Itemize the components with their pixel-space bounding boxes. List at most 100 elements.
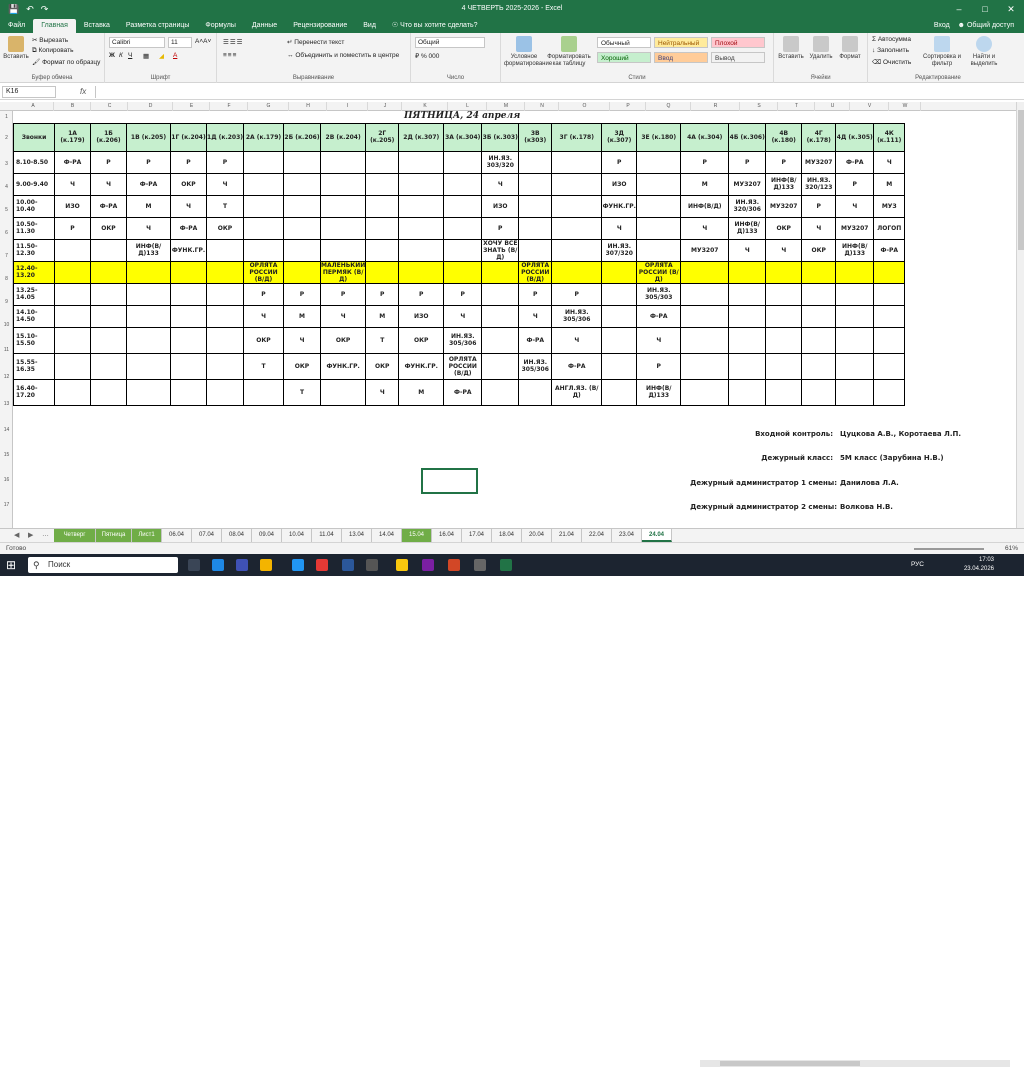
lesson-cell[interactable]: Ч — [319, 304, 367, 328]
lesson-cell[interactable] — [873, 352, 906, 380]
lesson-cell[interactable] — [54, 260, 91, 284]
task-view-icon[interactable] — [188, 559, 200, 571]
lesson-cell[interactable] — [481, 352, 520, 380]
lesson-cell[interactable]: ИН.ЯЗ. 307/320 — [601, 238, 638, 262]
lesson-cell[interactable] — [170, 352, 207, 380]
underline-icon[interactable]: Ч — [128, 52, 132, 59]
lesson-cell[interactable] — [801, 378, 837, 406]
lesson-cell[interactable] — [518, 238, 553, 262]
wrap-text-button[interactable]: ↵ Перенести текст — [287, 38, 344, 46]
grow-font-icon[interactable]: A˄A˅ — [195, 38, 211, 45]
lesson-cell[interactable] — [170, 260, 207, 284]
lesson-cell[interactable] — [680, 260, 730, 284]
lesson-cell[interactable] — [551, 194, 603, 218]
cut-button[interactable]: ✂ Вырезать — [32, 36, 68, 44]
tab-file[interactable]: Файл — [0, 19, 33, 33]
lesson-cell[interactable]: Т — [206, 194, 244, 218]
column-header[interactable]: B — [55, 102, 91, 111]
lesson-cell[interactable] — [206, 282, 244, 306]
tab-formulas[interactable]: Формулы — [197, 19, 243, 33]
row-header[interactable]: 13 — [0, 391, 13, 417]
lesson-cell[interactable] — [319, 378, 367, 406]
lesson-cell[interactable]: ИНФ(В/Д) — [680, 194, 730, 218]
lesson-cell[interactable]: Р — [206, 150, 244, 174]
column-header[interactable]: G — [249, 102, 289, 111]
share-button[interactable]: ☻ Общий доступ — [958, 19, 1014, 33]
lesson-cell[interactable] — [680, 282, 730, 306]
lesson-cell[interactable]: ОКР — [365, 352, 400, 380]
column-header[interactable]: U — [816, 102, 850, 111]
sheet-tab[interactable]: 14.04 — [372, 529, 402, 542]
lesson-cell[interactable] — [551, 260, 603, 284]
lesson-cell[interactable] — [365, 172, 400, 196]
lesson-cell[interactable] — [551, 216, 603, 240]
lesson-cell[interactable]: ОКР — [765, 216, 803, 240]
column-header[interactable]: L — [449, 102, 487, 111]
lesson-cell[interactable]: ОРЛЯТА РОССИИ (В/Д) — [443, 352, 483, 380]
row-header[interactable]: 17 — [0, 493, 13, 517]
format-as-table-button[interactable]: Форматировать как таблицу — [547, 36, 591, 68]
lesson-cell[interactable]: АНГЛ.ЯЗ. (В/Д) — [551, 378, 603, 406]
lesson-cell[interactable]: Р — [90, 150, 127, 174]
lesson-cell[interactable]: Р — [518, 282, 553, 306]
lesson-cell[interactable] — [728, 326, 767, 354]
lesson-cell[interactable] — [835, 378, 875, 406]
close-icon[interactable]: ✕ — [998, 0, 1024, 18]
row-header[interactable]: 10 — [0, 314, 13, 336]
sheet-tab[interactable]: 15.04 — [402, 529, 432, 542]
lesson-cell[interactable]: Ч — [835, 194, 875, 218]
percent-icon[interactable]: ₽ % 000 — [415, 52, 439, 60]
header-class[interactable]: 3Г (к.178) — [551, 122, 603, 152]
more-sheets-icon[interactable]: … — [42, 531, 49, 538]
column-header[interactable]: T — [779, 102, 815, 111]
lesson-cell[interactable] — [90, 260, 127, 284]
lesson-cell[interactable] — [365, 238, 400, 262]
lesson-cell[interactable]: ОКР — [801, 238, 837, 262]
lesson-cell[interactable]: Ч — [206, 172, 244, 196]
autosum-button[interactable]: Σ Автосумма — [872, 36, 911, 43]
row-header[interactable]: 2 — [0, 124, 13, 152]
lesson-cell[interactable] — [801, 260, 837, 284]
tab-view[interactable]: Вид — [355, 19, 384, 33]
sheet-tab[interactable]: 23.04 — [612, 529, 642, 542]
lesson-cell[interactable] — [90, 326, 127, 354]
maximize-icon[interactable]: □ — [972, 0, 998, 18]
lesson-cell[interactable]: МУЗ207 — [835, 216, 875, 240]
lesson-cell[interactable]: МУЗ — [873, 194, 906, 218]
header-class[interactable]: 4В (к.180) — [765, 122, 803, 152]
lesson-cell[interactable]: Р — [680, 150, 730, 174]
lesson-cell[interactable]: М — [283, 304, 321, 328]
login-link[interactable]: Вход — [934, 19, 950, 33]
clear-button[interactable]: ⌫ Очистить — [872, 58, 911, 66]
lesson-cell[interactable]: Ф-РА — [126, 172, 171, 196]
row-header[interactable]: 1 — [0, 111, 13, 123]
lesson-cell[interactable] — [170, 378, 207, 406]
lesson-cell[interactable] — [873, 260, 906, 284]
lesson-cell[interactable] — [126, 352, 171, 380]
lesson-cell[interactable] — [801, 326, 837, 354]
lesson-cell[interactable] — [481, 326, 520, 354]
lesson-cell[interactable]: ФУНК.ГР. — [601, 194, 638, 218]
column-header[interactable]: C — [92, 102, 128, 111]
lesson-cell[interactable] — [601, 304, 638, 328]
lesson-cell[interactable] — [636, 172, 682, 196]
lesson-cell[interactable] — [801, 304, 837, 328]
bell-time[interactable]: 14.10-14.50 — [13, 304, 55, 328]
lesson-cell[interactable] — [443, 194, 483, 218]
align-top-icon[interactable]: ☰☰☰ — [223, 38, 243, 46]
row-header[interactable]: 16 — [0, 468, 13, 492]
sheet-tab[interactable]: 06.04 — [162, 529, 192, 542]
sheet-tab[interactable]: 18.04 — [492, 529, 522, 542]
paste-button[interactable]: Вставить — [3, 36, 29, 61]
tab-insert[interactable]: Вставка — [76, 19, 118, 33]
lesson-cell[interactable]: ИЗО — [481, 194, 520, 218]
row-header[interactable]: 8 — [0, 268, 13, 290]
lesson-cell[interactable]: ИН.ЯЗ. 320/306 — [728, 194, 767, 218]
app-icon[interactable] — [366, 559, 378, 571]
lesson-cell[interactable] — [601, 378, 638, 406]
number-format-select[interactable]: Общий — [415, 37, 485, 48]
lesson-cell[interactable]: М — [680, 172, 730, 196]
lesson-cell[interactable] — [90, 352, 127, 380]
k-app-icon[interactable] — [396, 559, 408, 571]
lesson-cell[interactable]: ИЗО — [54, 194, 91, 218]
